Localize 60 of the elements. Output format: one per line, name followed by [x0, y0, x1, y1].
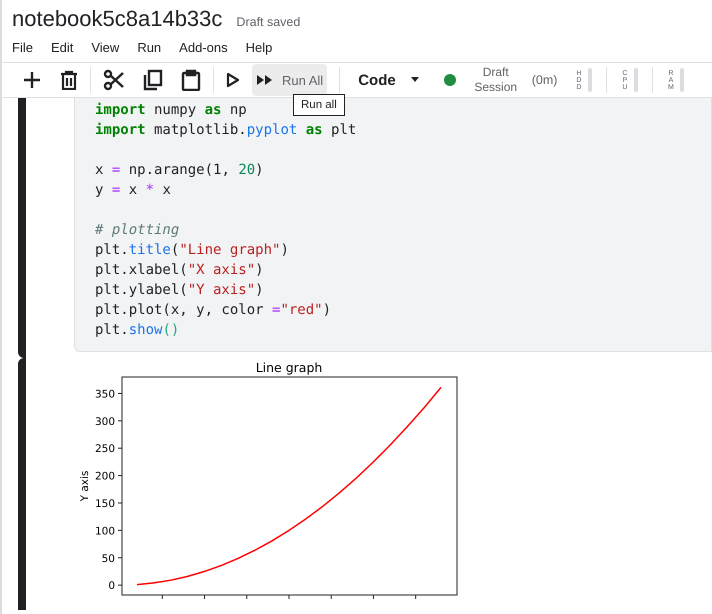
- tick-mark: [118, 557, 122, 558]
- code-line: # plotting: [95, 222, 180, 238]
- cell-type-dropdown[interactable]: Code: [358, 72, 420, 88]
- code-line: x = np.arange(1, 20): [95, 162, 264, 178]
- menu-item[interactable]: Add-ons: [179, 40, 228, 62]
- code-line: import matplotlib.pyplot as plt: [95, 122, 356, 138]
- tick-mark: [118, 584, 122, 586]
- cut-icon[interactable]: [103, 69, 125, 91]
- tick-mark: [118, 392, 122, 394]
- caret-icon: [410, 77, 420, 83]
- axis-label: Y axis: [79, 470, 91, 502]
- tick-label: 150: [94, 498, 115, 510]
- delete-icon[interactable]: [60, 70, 78, 90]
- menu-item[interactable]: View: [91, 40, 120, 62]
- tick-mark: [372, 594, 374, 600]
- fast-forward-icon: [256, 74, 274, 86]
- tick-mark: [415, 594, 416, 600]
- tick-label: 300: [94, 416, 115, 428]
- tick-label: 200: [94, 470, 115, 483]
- meter-bar: [634, 68, 638, 92]
- meter-bar: [588, 68, 592, 92]
- play-icon[interactable]: [226, 72, 240, 88]
- tick-label: 0: [108, 580, 115, 592]
- tick-mark: [330, 594, 332, 600]
- copy-icon[interactable]: [143, 69, 163, 91]
- tick-mark: [118, 448, 122, 449]
- tick-mark: [118, 475, 122, 476]
- tick-label: 100: [94, 525, 115, 538]
- code-line: plt.show(): [95, 322, 180, 338]
- meter-bar: [680, 68, 684, 92]
- session-status: Draft Session: [473, 65, 518, 95]
- paste-icon[interactable]: [181, 69, 201, 91]
- tick-mark: [118, 530, 122, 531]
- code-line: y = x * x: [95, 182, 171, 198]
- tooltip: Run all: [293, 94, 345, 116]
- session-status-dot: [444, 74, 456, 86]
- code-line: plt.title("Line graph"): [95, 242, 289, 258]
- run-all-button[interactable]: Run All: [252, 64, 328, 96]
- code-line: plt.plot(x, y, color ="red"): [95, 302, 332, 318]
- notebook-title[interactable]: notebook5c8a14b33c: [12, 6, 222, 32]
- tick-label: 250: [94, 443, 115, 456]
- code-line: import numpy as np: [95, 102, 247, 118]
- tick-mark: [204, 594, 206, 600]
- tick-label: 350: [94, 388, 115, 400]
- menu-item[interactable]: Edit: [50, 40, 74, 62]
- session-time: (0m): [532, 73, 558, 87]
- code-line: plt.ylabel("Y axis"): [95, 282, 264, 298]
- chart-title: Line graph: [256, 360, 322, 375]
- menu-item[interactable]: Help: [246, 40, 272, 62]
- tick-label: 50: [102, 552, 115, 565]
- tick-mark: [118, 502, 122, 504]
- tick-mark: [162, 594, 163, 600]
- add-icon[interactable]: [22, 70, 42, 90]
- code-line: plt.xlabel("X axis"): [95, 262, 264, 278]
- menu-item[interactable]: File: [12, 40, 33, 62]
- tick-mark: [118, 420, 122, 422]
- menu-item[interactable]: Run: [137, 40, 162, 62]
- save-status: Draft saved: [236, 15, 300, 29]
- tick-mark: [288, 594, 290, 600]
- tick-mark: [246, 594, 248, 600]
